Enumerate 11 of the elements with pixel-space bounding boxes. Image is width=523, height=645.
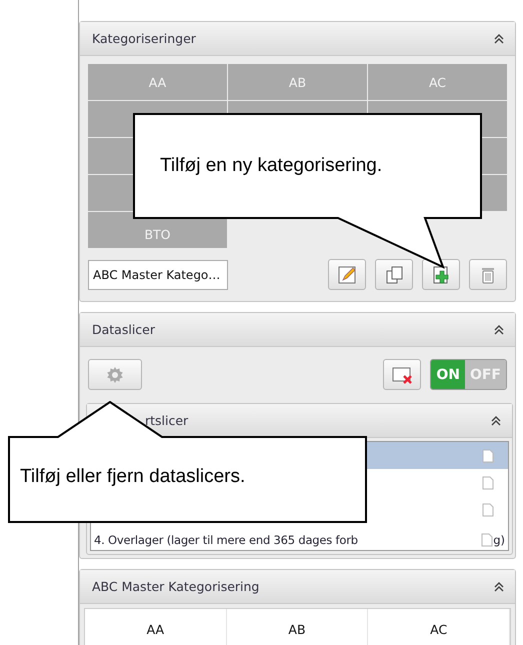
callout-text: Tilføj eller fjern dataslicers. (20, 466, 246, 488)
panel-title: Dataslicer (92, 322, 156, 337)
column-header: AC (368, 609, 510, 645)
column-header: AA (85, 609, 227, 645)
row-text: 4. Overlager (lager til mere end 365 dages forb (94, 532, 359, 546)
row-text: g) (493, 532, 505, 546)
panel-title: rtslicer (145, 413, 188, 428)
column-header: AB (226, 609, 368, 645)
panel-title: Kategoriseringer (92, 31, 196, 46)
callout-text: Tilføj en ny kategorisering. (160, 155, 382, 177)
panel-title: ABC Master Kategorisering (92, 579, 260, 594)
